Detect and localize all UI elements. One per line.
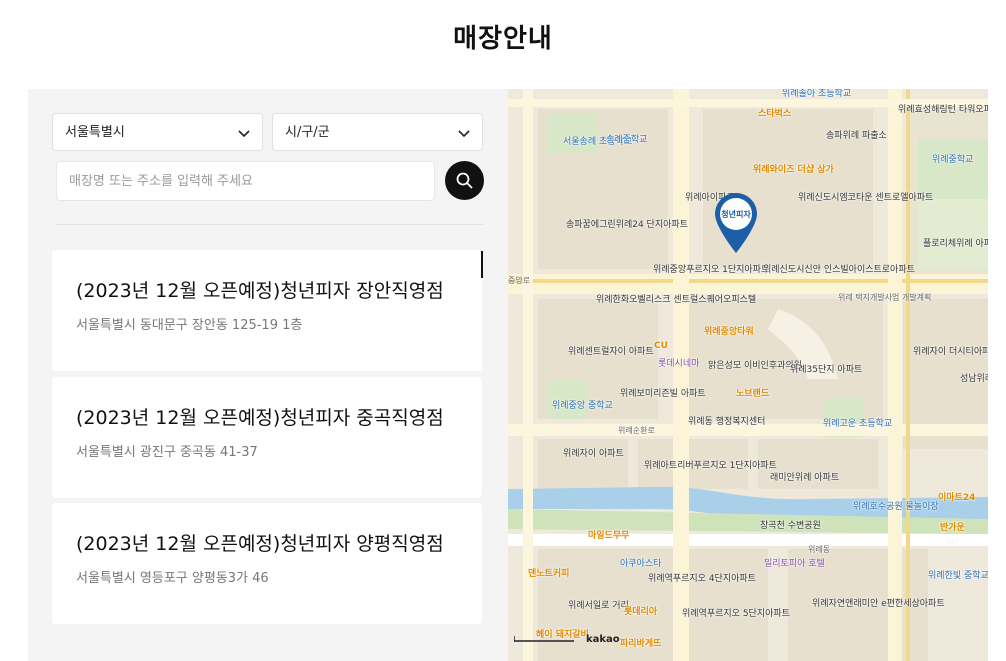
- store-address: 서울특별시 광진구 중곡동 41-37: [76, 445, 258, 460]
- map-label: 롯데시네마: [658, 359, 700, 369]
- map-label: 중앙로: [508, 276, 531, 285]
- map-label: 노브랜드: [736, 389, 770, 399]
- map-label: 송파위례 파출소: [826, 131, 887, 141]
- map-label: 위례효성해링턴 타워오피스텔: [898, 105, 988, 115]
- map-label: 위례한화오벨리스크 센트럴스퀘어오피스텔: [596, 295, 757, 305]
- store-name: (2023년 12월 오픈예정)청년피자 장안직영점: [76, 280, 444, 302]
- map-label: 플로리체위례 아파트: [923, 239, 988, 249]
- map-label: 위례35단지 아파트: [790, 365, 863, 375]
- map-label: 위례서일로 거리: [568, 601, 629, 611]
- store-card[interactable]: (2023년 12월 오픈예정)청년피자 중곡직영점 서울특별시 광진구 중곡동…: [52, 377, 482, 498]
- search-placeholder: 매장명 또는 주소를 입력해 주세요: [69, 174, 253, 189]
- map-label: 위례중앙 중학교: [552, 401, 613, 411]
- map-label: 위례센트럴자이 아파트: [568, 347, 654, 357]
- map-label: 위례중앙타워: [704, 327, 754, 337]
- map-label: 맑은성모 이비인후과의원: [708, 361, 802, 371]
- store-address: 서울특별시 영등포구 양평동3가 46: [76, 571, 269, 586]
- map-label: 위례중앙푸르지오 1단지아파트: [653, 265, 770, 275]
- city-select-value: 서울특별시: [65, 125, 125, 140]
- city-select[interactable]: 서울특별시: [52, 113, 263, 151]
- map-label: 밀리토피아 호텔: [764, 559, 825, 569]
- map-attribution[interactable]: kakao: [586, 634, 620, 645]
- map-label: 아쿠아스타: [620, 559, 662, 569]
- map-label: 위례고운 초등학교: [823, 419, 893, 429]
- store-card[interactable]: (2023년 12월 오픈예정)청년피자 장안직영점 서울특별시 동대문구 장안…: [52, 250, 482, 371]
- map-label: 위례호수공원 물놀이장: [853, 502, 939, 512]
- page-title: 매장안내: [453, 24, 553, 54]
- map-label: 위례중학교: [932, 155, 974, 165]
- store-location-pin[interactable]: 청년피자: [713, 193, 759, 255]
- map-label: 서울송례 초등학교: [563, 137, 633, 147]
- map-label: 위례 택지개발사업 개발계획: [838, 293, 932, 302]
- map-label: 위례동: [808, 545, 831, 554]
- district-select[interactable]: 시/구/군: [272, 113, 483, 151]
- map-label: 위례역푸르지오 5단지아파트: [682, 609, 790, 619]
- map-label: 위례자이 더시티아파트: [913, 347, 988, 357]
- map-label: 래미안위례 아파트: [770, 473, 840, 483]
- map-label: 덴노트커피: [528, 569, 570, 579]
- store-search-input[interactable]: 매장명 또는 주소를 입력해 주세요: [56, 161, 435, 201]
- pin-label: 청년피자: [721, 209, 751, 219]
- map-label: 위례순환로: [618, 426, 655, 435]
- chevron-down-icon: [458, 130, 470, 138]
- chevron-down-icon: [238, 130, 250, 138]
- store-name: (2023년 12월 오픈예정)청년피자 양평직영점: [76, 533, 444, 555]
- map-label: 위례자이 아파트: [563, 449, 624, 459]
- district-select-value: 시/구/군: [285, 125, 330, 140]
- map-label: 파리바게뜨: [620, 639, 662, 649]
- map-label: 창곡천 수변공원: [760, 521, 821, 531]
- store-map[interactable]: 위례솔아 초등학교 스타벅스 위례효성해링턴 타워오피스텔 서울송례 초등학교 …: [508, 89, 988, 661]
- map-label: 위례신도시엠코타운 센트로엘아파트: [798, 193, 934, 203]
- map-label: 롯데리아: [624, 607, 658, 617]
- store-name: (2023년 12월 오픈예정)청년피자 중곡직영점: [76, 407, 444, 429]
- map-label: 위례솔아 초등학교: [782, 89, 852, 99]
- map-label: CU: [654, 341, 668, 351]
- map-label: 스타벅스: [758, 109, 792, 119]
- map-label: 마일드무무: [588, 531, 630, 541]
- map-label: 위례동 행정복지센터: [688, 417, 766, 427]
- map-label: 위례역푸르지오 4단지아파트: [648, 574, 756, 584]
- divider: [56, 224, 484, 225]
- map-label: 반가운: [940, 523, 965, 533]
- map-scale-bar: [514, 636, 574, 642]
- store-list-panel: 서울특별시 시/구/군 매장명 또는 주소를 입력해 주세요 (2023년 12…: [28, 89, 508, 661]
- scrollbar-thumb[interactable]: [481, 251, 483, 278]
- map-label: 성남위례 파출소: [960, 374, 988, 384]
- map-label: 송례중학교: [606, 135, 648, 145]
- map-label: 위례보미리즌빌 아파트: [620, 389, 706, 399]
- map-label: 위례자연앤래미안 e편한세상아파트: [812, 599, 945, 609]
- map-label: 이마트24: [938, 493, 976, 503]
- map-label: 위례와이즈 더샵 상가: [753, 165, 834, 175]
- store-card[interactable]: (2023년 12월 오픈예정)청년피자 양평직영점 서울특별시 영등포구 양평…: [52, 503, 482, 624]
- store-address: 서울특별시 동대문구 장안동 125-19 1층: [76, 318, 303, 333]
- map-label: 위례아트리버푸르지오 1단지아파트: [644, 461, 777, 471]
- search-icon: [456, 172, 473, 189]
- map-label: 위례한빛 중학교: [928, 571, 988, 581]
- map-label: 위례신도시신안 인스빌아이스트로아파트: [763, 265, 915, 275]
- search-button[interactable]: [445, 161, 484, 200]
- map-label: 송파꿈에그린위례24 단지아파트: [566, 220, 688, 230]
